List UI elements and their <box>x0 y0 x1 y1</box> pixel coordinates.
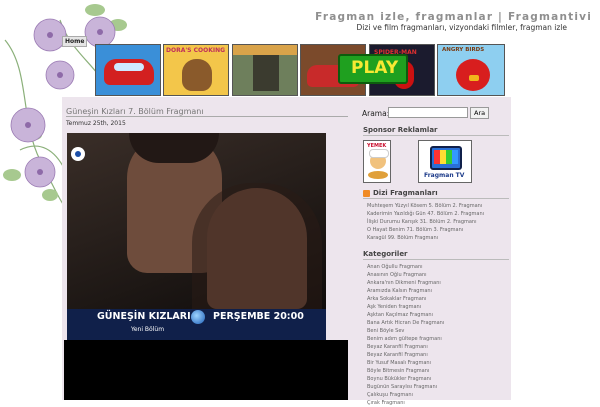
rss-icon[interactable] <box>363 190 370 197</box>
list-item[interactable]: Karagül 99. Bölüm Fragmanı <box>367 234 484 242</box>
sponsor-ad-yemek[interactable]: YEMEK <box>363 140 391 183</box>
list-item[interactable]: Beyaz Karanfil Fragmanı <box>367 343 444 351</box>
site-description: Dizi ve film fragmanları, vizyondaki fil… <box>356 23 567 32</box>
dizi-list: Muhteşem Yüzyıl Kösem 5. Bölüm 2. Fragma… <box>367 202 484 242</box>
post-date: Temmuz 25th, 2015 <box>66 120 126 127</box>
search-button[interactable]: Ara <box>470 107 490 119</box>
list-item[interactable]: Kaderimin Yazıldığı Gün 47. Bölüm 2. Fra… <box>367 210 484 218</box>
gta-banner[interactable] <box>232 44 298 96</box>
kategoriler-heading: Kategoriler <box>363 250 408 258</box>
list-item[interactable]: Arka Sokaklar Fragmanı <box>367 295 444 303</box>
list-item[interactable]: Böyle Bitmesin Fragmanı <box>367 367 444 375</box>
list-item[interactable]: Bugünün Saraylısı Fragmanı <box>367 383 444 391</box>
list-item[interactable]: Beyaz Karanfil Fragmanı <box>367 351 444 359</box>
search-input[interactable] <box>388 107 468 118</box>
video-woman-hair <box>192 183 322 309</box>
list-item[interactable]: Anasının Oğlu Fragmanı <box>367 271 444 279</box>
video-lower-third: GÜNEŞİN KIZLARI PERŞEMBE 20:00 Yeni Bölü… <box>67 309 326 343</box>
doras-cooking-label: DORA'S COOKING <box>166 47 226 54</box>
food-plate-icon <box>368 171 388 179</box>
cars-game-banner[interactable] <box>95 44 161 96</box>
video-embed-area[interactable] <box>64 340 348 400</box>
title-divider <box>66 116 348 117</box>
lower-third-title: GÜNEŞİN KIZLARI <box>97 311 191 322</box>
sponsor-ad-fragman-tv-label: Fragman TV <box>424 172 465 179</box>
list-item[interactable]: Çalıkuşu Fragmanı <box>367 391 444 399</box>
angry-birds-banner[interactable]: ANGRY BIRDS <box>437 44 505 96</box>
lower-third-subtitle: Yeni Bölüm <box>131 326 165 333</box>
angry-bird-beak <box>469 75 479 81</box>
list-item[interactable]: Aşk Yeniden fragmanı <box>367 303 444 311</box>
tv-screen-stripes <box>434 150 458 164</box>
sponsor-divider <box>363 135 509 136</box>
list-item[interactable]: Aşktan Kaçılmaz Fragmanı <box>367 311 444 319</box>
search-label: Arama: <box>362 109 390 118</box>
dora-face <box>182 59 212 91</box>
list-item[interactable]: İlişki Durumu Karışık 31. Bölüm 2. Fragm… <box>367 218 484 226</box>
nav-home-tab[interactable]: Home <box>62 36 88 47</box>
list-item[interactable]: O Hayat Benim 71. Bölüm 3. Fragmanı <box>367 226 484 234</box>
angry-birds-label: ANGRY BIRDS <box>442 47 485 53</box>
game-banner-strip[interactable]: DORA'S COOKING SPIDER-MAN ANGRY BIRDS PL… <box>95 44 505 96</box>
list-item[interactable]: Benim adım gültepe fragmanı <box>367 335 444 343</box>
dizi-heading[interactable]: Dizi Fragmanları <box>373 189 438 197</box>
video-player[interactable]: GÜNEŞİN KIZLARI PERŞEMBE 20:00 Yeni Bölü… <box>67 133 326 343</box>
post-title[interactable]: Güneşin Kızları 7. Bölüm Fragmanı <box>66 107 204 116</box>
list-item[interactable]: Bir Yusuf Masalı Fragmanı <box>367 359 444 367</box>
sponsor-heading: Sponsor Reklamlar <box>363 126 438 134</box>
list-item[interactable]: Muhteşem Yüzyıl Kösem 5. Bölüm 2. Fragma… <box>367 202 484 210</box>
list-item[interactable]: Boynu Bükükler Fragmanı <box>367 375 444 383</box>
gta-figure <box>253 51 279 91</box>
site-title[interactable]: Fragman izle, fragmanlar | Fragmantivi <box>315 11 592 23</box>
list-item[interactable]: Aramızda Kalsın Fragmanı <box>367 287 444 295</box>
chef-hat-icon <box>369 149 389 158</box>
kategoriler-divider <box>363 259 509 260</box>
play-button-label: PLAY <box>351 58 399 78</box>
dizi-divider <box>363 198 509 199</box>
lower-third-time: PERŞEMBE 20:00 <box>213 311 304 322</box>
doras-cooking-banner[interactable]: DORA'S COOKING <box>163 44 229 96</box>
gta-sky <box>233 45 297 55</box>
channel-logo-icon <box>71 147 85 161</box>
list-item[interactable]: Beni Böyle Sev <box>367 327 444 335</box>
sponsor-ad-fragman-tv[interactable]: Fragman TV <box>418 140 472 183</box>
kategoriler-list: Anan Oğullu Fragmanı Anasının Oğlu Fragm… <box>367 263 444 407</box>
list-item[interactable]: Ankara'nın Dikmeni Fragmanı <box>367 279 444 287</box>
list-item[interactable]: Anan Oğullu Fragmanı <box>367 263 444 271</box>
channel-logo-dot <box>75 151 81 157</box>
car-eye <box>114 63 144 71</box>
list-item[interactable]: Çırak Fragmanı <box>367 399 444 407</box>
lower-third-orb-icon <box>191 310 205 324</box>
list-item[interactable]: Bana Artık Hicran De Fragmanı <box>367 319 444 327</box>
play-button[interactable]: PLAY <box>338 54 408 84</box>
